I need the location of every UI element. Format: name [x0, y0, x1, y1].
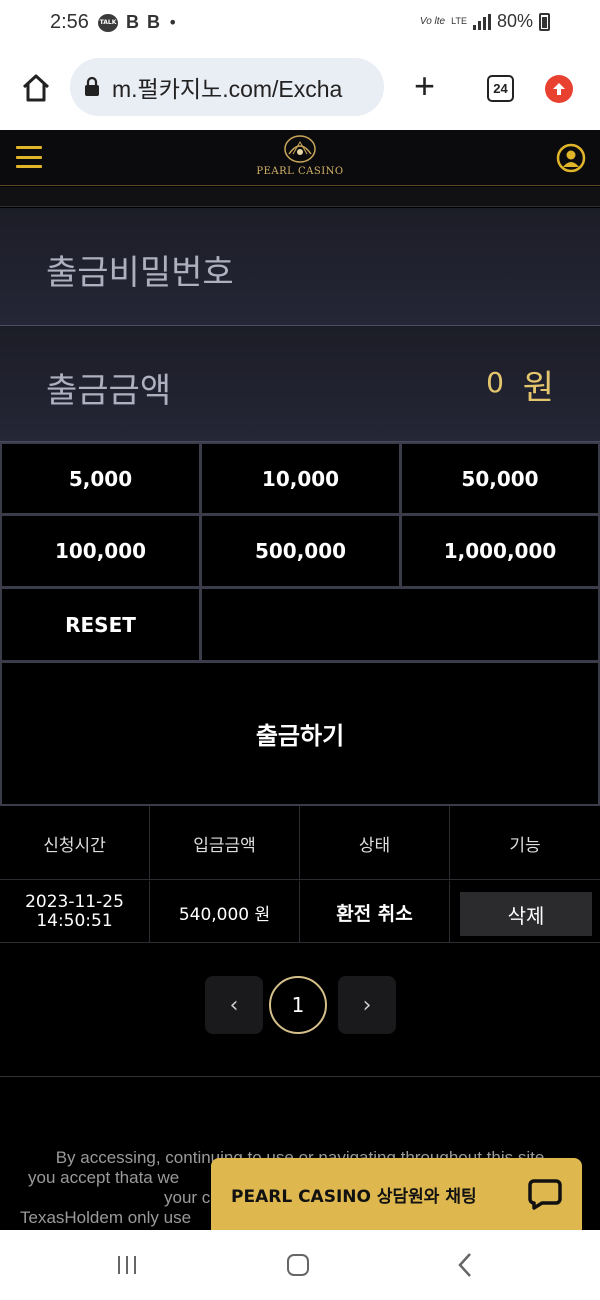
- menu-icon[interactable]: [16, 146, 42, 168]
- column-header-action: 기능: [509, 835, 541, 856]
- lock-icon: [85, 77, 99, 96]
- status-cell: 환전 취소: [300, 881, 450, 943]
- amount-100000-button[interactable]: 100,000: [0, 514, 201, 588]
- notification-icons: TALK B B •: [98, 12, 177, 33]
- browser-toolbar: m.펄카지노.com/Excha + 24: [0, 46, 600, 130]
- status-time: 2:56: [50, 11, 89, 33]
- address-bar[interactable]: m.펄카지노.com/Excha: [70, 58, 384, 116]
- live-chat-label: PEARL CASINO 상담원와 채팅: [231, 1186, 477, 1207]
- request-clock-time: 14:50:51: [36, 911, 113, 931]
- kakaotalk-icon: TALK: [98, 13, 118, 32]
- pagination: ‹ 1 ›: [0, 976, 600, 1036]
- new-tab-icon[interactable]: +: [414, 66, 435, 106]
- more-notifications-dot-icon: •: [168, 13, 178, 32]
- reset-button[interactable]: RESET: [0, 587, 201, 662]
- recent-apps-icon[interactable]: [118, 1256, 136, 1274]
- signal-icon: [472, 13, 491, 30]
- system-home-icon[interactable]: [287, 1254, 309, 1276]
- system-navigation-bar: [0, 1230, 600, 1300]
- amount-10000-button[interactable]: 10,000: [200, 442, 401, 515]
- amount-cell: 540,000 원: [150, 881, 300, 943]
- chat-bubble-icon: [528, 1179, 562, 1210]
- b-notification-icon: B: [147, 12, 160, 32]
- withdraw-password-input[interactable]: [300, 238, 560, 296]
- amount-1000000-button[interactable]: 1,000,000: [400, 514, 600, 588]
- withdraw-password-label: 출금비밀번호: [46, 253, 234, 293]
- app-header: PEARL CASINO: [0, 130, 600, 186]
- column-header-amount: 입금금액: [150, 806, 300, 880]
- withdraw-password-row: 출금비밀번호: [0, 208, 600, 326]
- user-account-icon[interactable]: [556, 143, 586, 173]
- footer-divider: [0, 1076, 600, 1077]
- status-bar: 2:56 TALK B B • Vo lte LTE 80%: [0, 0, 600, 46]
- volte-label: Vo lte: [419, 16, 446, 27]
- prev-page-button[interactable]: ‹: [205, 976, 263, 1034]
- empty-cell: [200, 587, 600, 662]
- status-right: Vo lte LTE 80%: [420, 11, 550, 32]
- amount-5000-button[interactable]: 5,000: [0, 442, 201, 515]
- url-text: m.펄카지노.com/Excha: [112, 76, 343, 102]
- table-row: 2023-11-25 14:50:51 540,000 원 환전 취소 삭제: [0, 881, 600, 943]
- withdraw-submit-button[interactable]: 출금하기: [0, 661, 600, 806]
- back-icon[interactable]: [455, 1252, 475, 1278]
- table-header: 신청시간 입금금액 상태 기능: [0, 806, 600, 880]
- page-1-button[interactable]: 1: [269, 976, 327, 1034]
- header-divider: [0, 187, 600, 207]
- withdraw-amount-value: 0: [486, 366, 504, 399]
- update-icon[interactable]: [545, 75, 573, 103]
- request-date: 2023-11-25: [25, 892, 124, 912]
- tab-switcher-button[interactable]: 24: [487, 75, 514, 102]
- shell-logo-icon: [284, 135, 316, 163]
- withdraw-amount-row: 출금금액 0 원: [0, 326, 600, 442]
- column-header-status: 상태: [300, 806, 450, 880]
- delete-button[interactable]: 삭제: [460, 892, 592, 936]
- logo[interactable]: PEARL CASINO: [250, 134, 350, 182]
- amount-50000-button[interactable]: 50,000: [400, 442, 600, 515]
- battery-percent: 80%: [496, 11, 533, 31]
- home-icon[interactable]: [20, 72, 52, 104]
- lte-label: LTE: [451, 16, 467, 26]
- amount-500000-button[interactable]: 500,000: [200, 514, 401, 588]
- logo-text: PEARL CASINO: [256, 166, 344, 177]
- live-chat-button[interactable]: PEARL CASINO 상담원와 채팅: [211, 1158, 582, 1230]
- battery-icon: [539, 12, 550, 31]
- column-header-request-time: 신청시간: [0, 806, 150, 880]
- withdraw-amount-label: 출금금액: [46, 371, 172, 411]
- withdraw-amount-unit: 원: [522, 368, 554, 408]
- b-notification-icon: B: [126, 12, 139, 32]
- request-time-cell: 2023-11-25 14:50:51: [0, 881, 150, 943]
- next-page-button[interactable]: ›: [338, 976, 396, 1034]
